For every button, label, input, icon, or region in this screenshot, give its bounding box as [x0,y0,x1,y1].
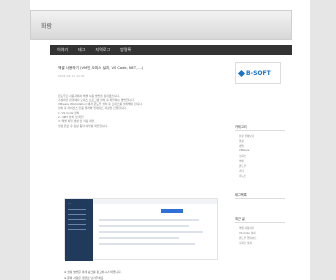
post-title[interactable]: 엑셀 사용하기 (VM인 오피스 설치, VS Code, NET, ...) [58,66,228,71]
screenshot-row [99,219,199,221]
screenshot-menu-line [68,214,86,215]
tags-heading: 태그목록 [235,193,247,197]
divider [235,198,285,199]
post-note[interactable]: ※ 설정 방법은 아래 링크를 참고하시기 바랍니다. [64,270,121,274]
nav-bar: 이야기 태그 지역로그 방명록 [50,45,292,55]
screenshot-menu-line [68,209,86,210]
post-date: 2021.03.11 11:21 [58,73,85,78]
screenshot-row [99,225,189,227]
recent-item[interactable]: 윈도우 업데이트 [239,236,257,240]
category-item[interactable]: VMware [239,149,249,152]
logo[interactable]: B-SOFT [235,62,281,84]
category-item[interactable]: 분류 전체보기 [239,134,254,138]
recent-item[interactable]: 오피스 설치 [239,241,252,245]
category-item[interactable]: 윈도우 [239,164,246,168]
category-item[interactable]: 오피스 [239,154,246,158]
post-line: 설정 완료 후 정상 동작 여부를 확인합니다. [58,123,108,128]
screenshot-title: ⋯ [68,202,71,205]
screenshot-button [161,209,183,213]
nav-item-story[interactable]: 이야기 [54,47,71,53]
post-note: ※ 문의 사항은 댓글로 남겨주세요. [64,276,105,280]
category-item[interactable]: 리눅스 [239,174,246,178]
recent-item[interactable]: VS Code 설치 [239,231,255,235]
category-item[interactable]: 일상 [239,139,244,143]
blog-header: 화람 [30,10,292,40]
post: 엑셀 사용하기 (VM인 오피스 설치, VS Code, NET, ...) … [58,60,228,280]
category-heading: 카테고리 [235,125,247,129]
screenshot-menu-line [68,229,86,230]
screenshot-row [99,237,179,239]
divider [235,130,285,131]
screenshot-row [99,231,203,233]
screenshot-row [99,243,195,245]
screenshot-menu-line [68,219,86,220]
recent-heading: 최근 글 [235,217,245,221]
divider [235,222,285,223]
category-item[interactable]: 기타 [239,169,244,173]
logo-icon [237,69,246,77]
nav-item-guestbook[interactable]: 방명록 [117,47,134,53]
nav-item-location[interactable]: 지역로그 [92,47,113,53]
post-screenshot: ⋯ [64,198,218,261]
post-body: 윈도우즈 사용자에서 엑셀 사용 방법을 정리했습니다. 가상머신 환경에서 오… [58,94,228,128]
category-item[interactable]: 개발 [239,144,244,148]
screenshot-menu-line [68,224,86,225]
recent-item[interactable]: 엑셀 사용하기 [239,226,254,230]
screenshot-sidebar: ⋯ [65,199,93,261]
logo-text: B-SOFT [246,69,271,77]
blog-title[interactable]: 화람 [41,21,52,30]
screenshot-topbar [93,199,217,204]
category-item[interactable]: 엑셀 [239,159,244,163]
nav-item-tags[interactable]: 태그 [75,47,88,53]
